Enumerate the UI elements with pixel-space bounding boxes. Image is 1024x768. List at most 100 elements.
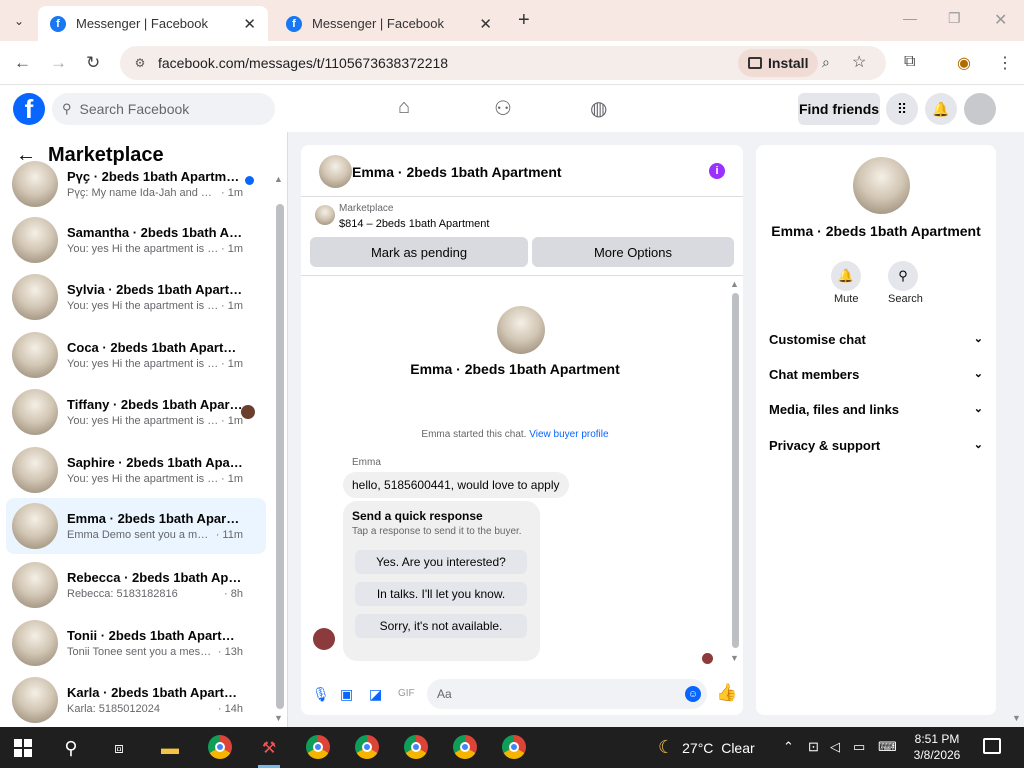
- page-scroll-down-icon[interactable]: ▼: [1012, 713, 1021, 723]
- notification-center-icon[interactable]: [983, 738, 1001, 754]
- tab-title: Messenger | Facebook: [76, 16, 208, 31]
- privacy-support-section[interactable]: Privacy & support ⌄: [769, 438, 983, 453]
- minimize-icon[interactable]: —: [903, 10, 917, 26]
- sender-avatar[interactable]: [313, 628, 335, 650]
- listing-thumbnail: [12, 217, 58, 263]
- mute-bell-icon[interactable]: 🔔: [831, 261, 861, 291]
- scroll-up-arrow-icon[interactable]: ▲: [274, 174, 283, 184]
- home-icon[interactable]: ⌂: [398, 96, 410, 119]
- customise-chat-section[interactable]: Customise chat ⌄: [769, 332, 983, 347]
- conversation-item[interactable]: Karla · 2beds 1bath Apartment Karla: 518…: [6, 673, 266, 727]
- profile-avatar[interactable]: [497, 306, 545, 354]
- chrome-icon[interactable]: [306, 735, 330, 759]
- omnibox[interactable]: ⚙ facebook.com/messages/t/11056736383722…: [120, 46, 886, 80]
- task-view-icon[interactable]: ⧈: [106, 735, 132, 761]
- facebook-logo-icon[interactable]: f: [13, 93, 45, 125]
- forward-icon[interactable]: →: [50, 53, 67, 73]
- file-explorer-icon[interactable]: ▬: [157, 735, 183, 761]
- quick-response-option[interactable]: Sorry, it's not available.: [355, 614, 527, 638]
- profile-icon[interactable]: ◉: [957, 53, 971, 73]
- listing-thumbnail: [12, 161, 58, 207]
- tab-messenger-2[interactable]: f Messenger | Facebook ✕: [274, 6, 504, 41]
- account-avatar[interactable]: [964, 93, 996, 125]
- taskbar-search-icon[interactable]: ⚲: [58, 735, 84, 761]
- quick-response-subtitle: Tap a response to send it to the buyer.: [352, 526, 522, 537]
- restore-icon[interactable]: ❐: [948, 10, 961, 27]
- chrome-icon[interactable]: [355, 735, 379, 759]
- conversation-item[interactable]: Saphire · 2beds 1bath Apartment You: yes…: [6, 443, 266, 497]
- thumbs-up-icon[interactable]: 👍: [716, 683, 737, 703]
- conversation-item[interactable]: Rebecca · 2beds 1bath Apartment Rebecca:…: [6, 558, 266, 612]
- conversation-item[interactable]: Samantha · 2beds 1bath Apart... You: yes…: [6, 213, 266, 267]
- listing-price-title[interactable]: $814 – 2beds 1bath Apartment: [339, 218, 489, 230]
- volume-icon[interactable]: ◁: [830, 739, 840, 755]
- sticker-icon[interactable]: ◪: [369, 686, 382, 703]
- conversation-item[interactable]: Рүҫ · 2beds 1bath Apartment Рүҫ: My name…: [6, 157, 266, 211]
- media-files-links-section[interactable]: Media, files and links ⌄: [769, 402, 983, 417]
- new-tab-icon[interactable]: +: [518, 9, 530, 32]
- chat-avatar[interactable]: [319, 155, 352, 188]
- bookmark-star-icon[interactable]: ☆: [852, 52, 866, 72]
- chrome-icon[interactable]: [208, 735, 232, 759]
- conversation-preview: Рүҫ: My name Ida-Jah and my ...: [67, 187, 219, 199]
- url-text[interactable]: facebook.com/messages/t/1105673638372218: [158, 55, 448, 71]
- message-bubble[interactable]: hello, 5185600441, would love to apply: [343, 472, 569, 498]
- microphone-icon[interactable]: 🎙: [312, 686, 330, 703]
- find-friends-button[interactable]: Find friends: [798, 93, 880, 125]
- scroll-down-arrow-icon[interactable]: ▼: [730, 653, 739, 663]
- conversation-item[interactable]: Sylvia · 2beds 1bath Apartment You: yes …: [6, 270, 266, 324]
- search-icon[interactable]: ⚲: [888, 261, 918, 291]
- tab-messenger-1[interactable]: f Messenger | Facebook ✕: [38, 6, 268, 41]
- conversation-item[interactable]: Coca · 2beds 1bath Apartment You: yes Hi…: [6, 328, 266, 382]
- back-icon[interactable]: ←: [14, 53, 31, 73]
- network-icon[interactable]: ▭: [853, 739, 865, 755]
- tab-search-icon[interactable]: ⌄: [6, 8, 32, 34]
- tray-app-icon[interactable]: ⊡: [808, 739, 819, 755]
- mark-as-pending-button[interactable]: Mark as pending: [310, 237, 528, 267]
- site-info-icon[interactable]: ⚙: [130, 53, 150, 73]
- sidebar-scrollbar[interactable]: [276, 204, 284, 709]
- chat-scrollbar[interactable]: [732, 293, 739, 648]
- conversation-item-selected[interactable]: Emma · 2beds 1bath Apartment Emma Demo s…: [6, 498, 266, 554]
- listing-thumbnail-small[interactable]: [315, 205, 335, 225]
- tab-close-icon[interactable]: ✕: [243, 15, 256, 33]
- scroll-down-arrow-icon[interactable]: ▼: [274, 713, 283, 723]
- groups-icon[interactable]: ◍: [590, 96, 607, 121]
- info-icon[interactable]: i: [709, 163, 725, 179]
- close-window-icon[interactable]: ✕: [994, 10, 1007, 30]
- friends-icon[interactable]: ⚇: [494, 96, 512, 121]
- chrome-icon[interactable]: [502, 735, 526, 759]
- chrome-icon[interactable]: [404, 735, 428, 759]
- zoom-icon[interactable]: ⌕: [822, 54, 830, 71]
- emoji-icon[interactable]: ☺: [685, 686, 701, 702]
- system-clock[interactable]: 8:51 PM 3/8/2026: [904, 731, 970, 763]
- quick-response-option[interactable]: Yes. Are you interested?: [355, 550, 527, 574]
- message-input[interactable]: Aa ☺: [427, 679, 707, 709]
- conversation-item[interactable]: Tonii · 2beds 1bath Apartment Tonii Tone…: [6, 616, 266, 670]
- conversation-item[interactable]: Tiffany · 2beds 1bath Apartm... You: yes…: [6, 385, 266, 439]
- keyboard-icon[interactable]: ⌨: [878, 739, 897, 755]
- view-buyer-profile-link[interactable]: View buyer profile: [529, 429, 608, 440]
- more-options-button[interactable]: More Options: [532, 237, 734, 267]
- app-icon[interactable]: ⚒: [256, 735, 282, 761]
- reload-icon[interactable]: ↻: [86, 53, 100, 73]
- quick-response-option[interactable]: In talks. I'll let you know.: [355, 582, 527, 606]
- weather-widget[interactable]: ☾ 27°C Clear: [658, 737, 755, 758]
- gif-icon[interactable]: GIF: [398, 688, 415, 699]
- scroll-up-arrow-icon[interactable]: ▲: [730, 279, 739, 289]
- tray-chevron-icon[interactable]: ⌃: [783, 739, 794, 755]
- chat-title[interactable]: Emma · 2beds 1bath Apartment: [352, 164, 562, 180]
- tab-close-icon[interactable]: ✕: [479, 15, 492, 33]
- notifications-icon[interactable]: 🔔: [925, 93, 957, 125]
- photo-icon[interactable]: ▣: [340, 686, 353, 703]
- weather-condition: Clear: [721, 739, 755, 756]
- windows-start-icon[interactable]: [14, 739, 32, 757]
- details-avatar[interactable]: [853, 157, 910, 214]
- chrome-icon[interactable]: [453, 735, 477, 759]
- install-button[interactable]: Install: [738, 49, 819, 77]
- facebook-search-input[interactable]: ⚲ Search Facebook: [52, 93, 275, 125]
- browser-menu-icon[interactable]: ⋮: [997, 53, 1013, 73]
- extensions-icon[interactable]: ⧉: [904, 53, 915, 71]
- chat-members-section[interactable]: Chat members ⌄: [769, 367, 983, 382]
- menu-grid-icon[interactable]: ⠿: [886, 93, 918, 125]
